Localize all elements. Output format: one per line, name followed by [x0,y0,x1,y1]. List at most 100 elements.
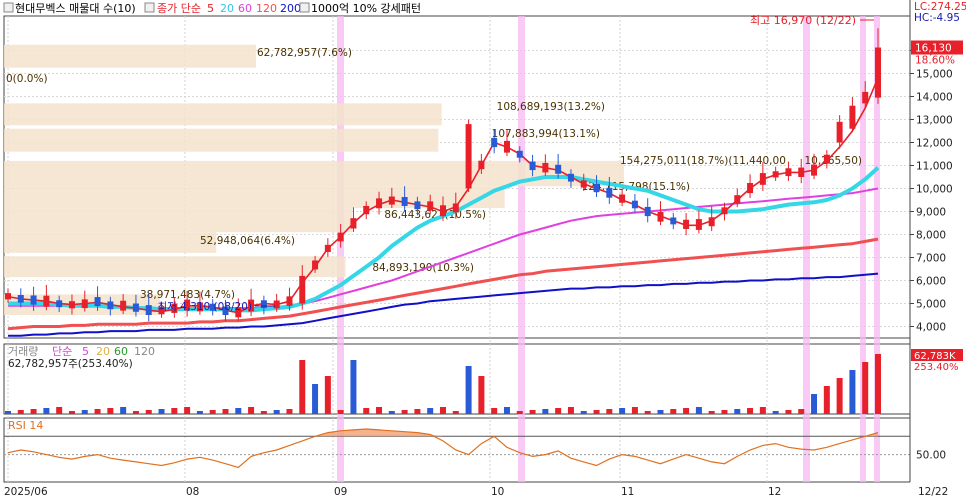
volume-bar [683,408,690,414]
date-label: 12 [768,486,781,497]
candle-body [350,218,357,229]
volume-ma-period: 120 [134,345,155,358]
volume-bar [68,411,75,414]
volume-bar [721,410,728,414]
volume-profile-bar [4,208,353,233]
candle-body [785,168,792,177]
candle-body [94,297,101,307]
volume-bar [171,408,178,414]
volume-bar [836,378,843,414]
current-change-label: 18.60% [915,55,955,67]
candle-body [567,173,574,182]
volume-ma-label: 단순 [52,345,72,358]
date-axis: 2025/06 08 09 10 11 12 12/22 [4,486,948,497]
volume-profile-icon[interactable] [299,2,310,13]
candle-body [376,198,383,209]
candle-body [772,171,779,178]
volume-bar [798,409,805,414]
volume-profile-bar [4,103,442,126]
candle-body [862,91,869,104]
candle-body [516,150,523,158]
volume-bar [759,407,766,414]
candle-body [5,293,11,300]
candle-body [440,205,446,217]
current-price-label: 16,130 [915,43,952,55]
volume-ma-period: 5 [82,345,89,358]
volume-bar [350,360,357,414]
volume-bar [324,376,331,414]
volume-panel: 거래량 단순 5 20 60 12062,782,957주(253.40%) [5,345,881,414]
candle-body [107,301,114,310]
volume-ma-period: 60 [114,345,128,358]
volume-bar [196,411,203,414]
volume-bar [823,386,830,414]
volume-bar [785,410,792,414]
candle-body [849,105,856,129]
rsi-title: RSI 14 [8,419,43,432]
volume-profile-label: 1000억 10% 강세패턴 [311,2,421,15]
volume-bar [567,407,574,414]
rsi-line [7,428,879,469]
stock-name[interactable]: 현대무벡스 매물대 수(10) [15,2,136,15]
candle-body [145,305,152,315]
candle-body [43,295,50,307]
volume-bar [337,410,344,414]
volume-profile-label: 154,275,011(18.7%)(11,440,00 [620,155,786,167]
volume-profile-label: 0(0.0%) [6,73,48,85]
volume-bar [5,411,11,414]
candle-body [759,173,766,185]
candle-body [644,206,651,217]
ma-settings-icon[interactable] [144,2,155,13]
volume-profile: 62,782,957(7.6%) 0(0.0%) 108,689,193(13.2%… [4,44,862,315]
ma-period-120: 120 [256,2,277,15]
candle-body [17,294,24,303]
high-annotation: 최고 16,970 (12/22) [750,14,856,27]
volume-bar [312,384,319,414]
candle-body [593,183,600,193]
candle-body [619,194,626,203]
volume-bar [222,409,229,414]
candle-body [747,182,754,194]
volume-bar [209,410,216,414]
ma-period-200: 200 [280,2,301,15]
volume-bar [248,407,255,414]
volume-bar [145,410,152,414]
menu-icon[interactable] [3,2,14,13]
volume-bar [107,408,114,414]
volume-current-label: 62,783K [914,351,956,362]
date-label: 2025/06 [4,486,48,497]
price-tick-label: 13,000 [916,115,953,127]
candle-body [836,121,843,143]
volume-bar [747,408,754,414]
volume-bar [260,411,267,414]
volume-profile-label: 84,893,190(10.3%) [372,262,474,274]
volume-bar [401,410,408,414]
price-tick-label: 5,000 [916,299,946,311]
candle-body [363,205,370,215]
candle-body [478,160,485,170]
candle-body [388,196,395,205]
volume-bar [440,407,446,414]
candle-body [542,162,549,173]
price-tick-label: 11,000 [916,161,953,173]
volume-bar [427,408,434,414]
candle-body [299,275,306,304]
rsi-overbought-area [8,429,878,437]
candle-body [503,140,510,153]
volume-bar [644,411,651,414]
candle-body [452,203,459,213]
candle-body [273,300,280,309]
price-tick-label: 9,000 [916,207,946,219]
volume-bar [695,407,702,414]
volume-current-pct: 253.40% [914,362,959,373]
candle-body [260,300,267,309]
date-label: 08 [186,486,199,497]
volume-profile-label: 108,689,193(13.2%) [497,101,605,113]
candle-body [120,300,127,311]
volume-bar [43,408,50,414]
candle-body [465,124,472,189]
volume-profile-label: 107,883,994(13.1%) [492,128,600,140]
volume-bar [30,409,37,414]
candle-body [631,200,638,209]
candle-body [670,217,677,225]
